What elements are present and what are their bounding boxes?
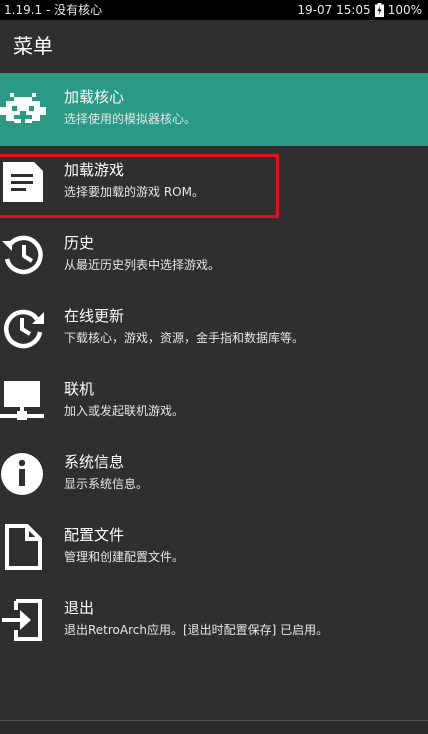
menu-item-label: 系统信息 — [64, 453, 125, 471]
document-icon — [0, 159, 46, 205]
menu-item-netplay[interactable]: 联机 加入或发起联机游戏。 — [0, 365, 428, 438]
app-header: 菜单 — [0, 20, 428, 73]
menu-item-label: 加载游戏 — [64, 161, 125, 179]
history-icon — [0, 232, 46, 278]
menu-item-label: 配置文件 — [64, 526, 125, 544]
status-bar: 1.19.1 - 没有核心 19-07 15:05 100% — [0, 0, 428, 20]
menu-item-sublabel: 显示系统信息。 — [64, 477, 149, 491]
menu-item-system-information[interactable]: 系统信息 显示系统信息。 — [0, 438, 428, 511]
netplay-icon — [0, 378, 46, 424]
menu-item-sublabel: 加入或发起联机游戏。 — [64, 404, 185, 418]
menu-item-label: 加载核心 — [64, 88, 125, 106]
menu-item-configuration-file[interactable]: 配置文件 管理和创建配置文件。 — [0, 511, 428, 584]
menu-item-load-core[interactable]: 加载核心 选择使用的模拟器核心。 — [0, 73, 428, 146]
menu-item-sublabel: 选择要加载的游戏 ROM。 — [64, 185, 204, 199]
main-menu-list: 加载核心 选择使用的模拟器核心。 加载游戏 选择要加载的游戏 ROM。 历史 从… — [0, 73, 428, 657]
retroarch-invader-icon — [0, 86, 46, 132]
menu-item-sublabel: 管理和创建配置文件。 — [64, 550, 185, 564]
battery-charging-icon — [374, 3, 384, 17]
exit-icon — [0, 597, 46, 643]
menu-item-sublabel: 下载核心，游戏，资源，金手指和数据库等。 — [64, 331, 305, 345]
battery-level: 100% — [387, 3, 422, 17]
menu-item-sublabel: 从最近历史列表中选择游戏。 — [64, 258, 221, 272]
file-icon — [0, 524, 46, 570]
menu-item-label: 历史 — [64, 234, 95, 252]
status-right-group: 19-07 15:05 100% — [297, 0, 422, 20]
menu-item-online-updater[interactable]: 在线更新 下载核心，游戏，资源，金手指和数据库等。 — [0, 292, 428, 365]
menu-item-history[interactable]: 历史 从最近历史列表中选择游戏。 — [0, 219, 428, 292]
menu-item-label: 在线更新 — [64, 307, 125, 325]
status-core-text: 1.19.1 - 没有核心 — [4, 3, 103, 17]
menu-item-sublabel: 选择使用的模拟器核心。 — [64, 112, 197, 126]
menu-item-label: 联机 — [64, 380, 95, 398]
info-icon — [0, 451, 46, 497]
status-time: 19-07 15:05 — [297, 3, 371, 17]
bottom-bar — [0, 721, 428, 734]
menu-item-sublabel: 退出RetroArch应用。[退出时配置保存] 已启用。 — [64, 623, 329, 637]
menu-item-label: 退出 — [64, 599, 95, 617]
page-title: 菜单 — [13, 34, 53, 58]
menu-item-quit[interactable]: 退出 退出RetroArch应用。[退出时配置保存] 已启用。 — [0, 584, 428, 657]
update-icon — [0, 305, 46, 351]
menu-item-load-content[interactable]: 加载游戏 选择要加载的游戏 ROM。 — [0, 146, 428, 219]
